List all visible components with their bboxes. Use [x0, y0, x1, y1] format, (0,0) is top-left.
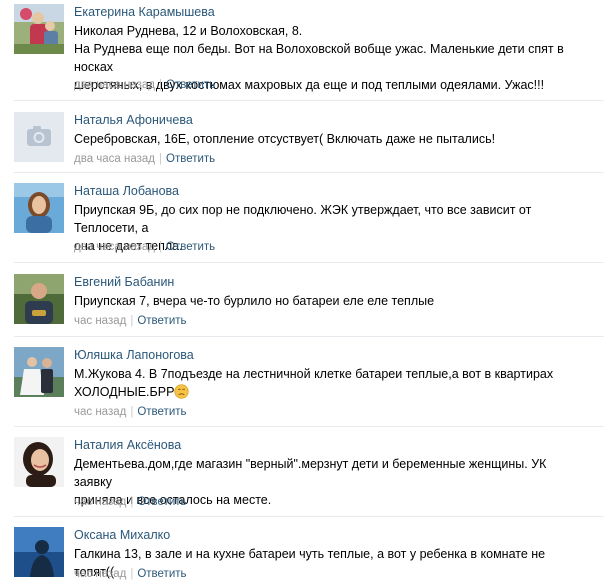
divider — [14, 336, 604, 337]
comment-time[interactable]: два часа назад — [74, 79, 155, 91]
camera-placeholder-icon — [14, 112, 64, 162]
reply-button[interactable]: Ответить — [166, 79, 215, 91]
comment-time[interactable]: час назад — [74, 406, 126, 418]
comment-author[interactable]: Юляшка Лапоногова — [74, 347, 194, 363]
meta-separator: | — [159, 153, 163, 165]
comment-author[interactable]: Екатерина Карамышева — [74, 4, 215, 20]
comment-text: Приупская 7, вчера че-то бурлило но бата… — [74, 292, 564, 310]
reply-button[interactable]: Ответить — [166, 153, 215, 165]
comment-line: Николая Руднева, 12 и Волоховская, 8. — [74, 24, 303, 38]
meta-separator: | — [130, 406, 134, 418]
comment-line: На Руднева еще пол беды. Вот на Волоховс… — [74, 42, 564, 74]
comment-line: Приупская 9Б, до сих пор не подключено. … — [74, 203, 532, 235]
divider — [14, 426, 604, 427]
reply-button[interactable]: Ответить — [137, 496, 186, 508]
avatar[interactable] — [14, 4, 64, 54]
avatar[interactable] — [14, 527, 64, 577]
meta-separator: | — [130, 568, 134, 580]
comment-meta: час назад | Ответить — [74, 567, 187, 581]
comment-author[interactable]: Оксана Михалко — [74, 527, 170, 543]
comment-line: Приупская 7, вчера че-то бурлило но бата… — [74, 294, 435, 308]
meta-separator: | — [130, 315, 134, 327]
reply-button[interactable]: Ответить — [166, 241, 215, 253]
comment-line: Дементьева.дом,где магазин "верный".мерз… — [74, 457, 547, 489]
comment-time[interactable]: два часа назад — [74, 241, 155, 253]
comment-author[interactable]: Наталия Аксёнова — [74, 437, 181, 453]
meta-separator: | — [159, 241, 163, 253]
avatar[interactable] — [14, 437, 64, 487]
meta-separator: | — [130, 496, 134, 508]
comment-time[interactable]: час назад — [74, 315, 126, 327]
comment-time[interactable]: час назад — [74, 496, 126, 508]
comment-time[interactable]: два часа назад — [74, 153, 155, 165]
comment-author[interactable]: Евгений Бабанин — [74, 274, 174, 290]
reply-button[interactable]: Ответить — [137, 568, 186, 580]
comment-line: М.Жукова 4. В 7подъезде на лестничной кл… — [74, 367, 554, 381]
comment-author[interactable]: Наталья Афоничева — [74, 112, 193, 128]
comment-line: ХОЛОДНЫЕ.БРР — [74, 383, 564, 401]
comment-author[interactable]: Наташа Лобанова — [74, 183, 179, 199]
meta-separator: | — [159, 79, 163, 91]
divider — [14, 516, 604, 517]
comment-text: М.Жукова 4. В 7подъезде на лестничной кл… — [74, 365, 564, 401]
reply-button[interactable]: Ответить — [137, 315, 186, 327]
comment-text: Серебровская, 16Е, отопление отсуствует(… — [74, 130, 564, 148]
comment-line: Серебровская, 16Е, отопление отсуствует(… — [74, 132, 496, 146]
comment-meta: два часа назад | Ответить — [74, 152, 215, 166]
comment-meta: два часа назад | Ответить — [74, 240, 215, 254]
comment-meta: час назад | Ответить — [74, 314, 187, 328]
avatar[interactable] — [14, 274, 64, 324]
worried-face-emoji-icon — [174, 384, 190, 399]
avatar[interactable] — [14, 183, 64, 233]
avatar[interactable] — [14, 112, 64, 162]
divider — [14, 262, 604, 263]
reply-button[interactable]: Ответить — [137, 406, 186, 418]
comment-meta: час назад | Ответить — [74, 405, 187, 419]
divider — [14, 100, 604, 101]
comment-meta: два часа назад | Ответить — [74, 78, 215, 92]
comment-time[interactable]: час назад — [74, 568, 126, 580]
comment-line-text: ХОЛОДНЫЕ.БРР — [74, 385, 175, 399]
divider — [14, 172, 604, 173]
avatar[interactable] — [14, 347, 64, 397]
comment-meta: час назад | Ответить — [74, 495, 187, 509]
